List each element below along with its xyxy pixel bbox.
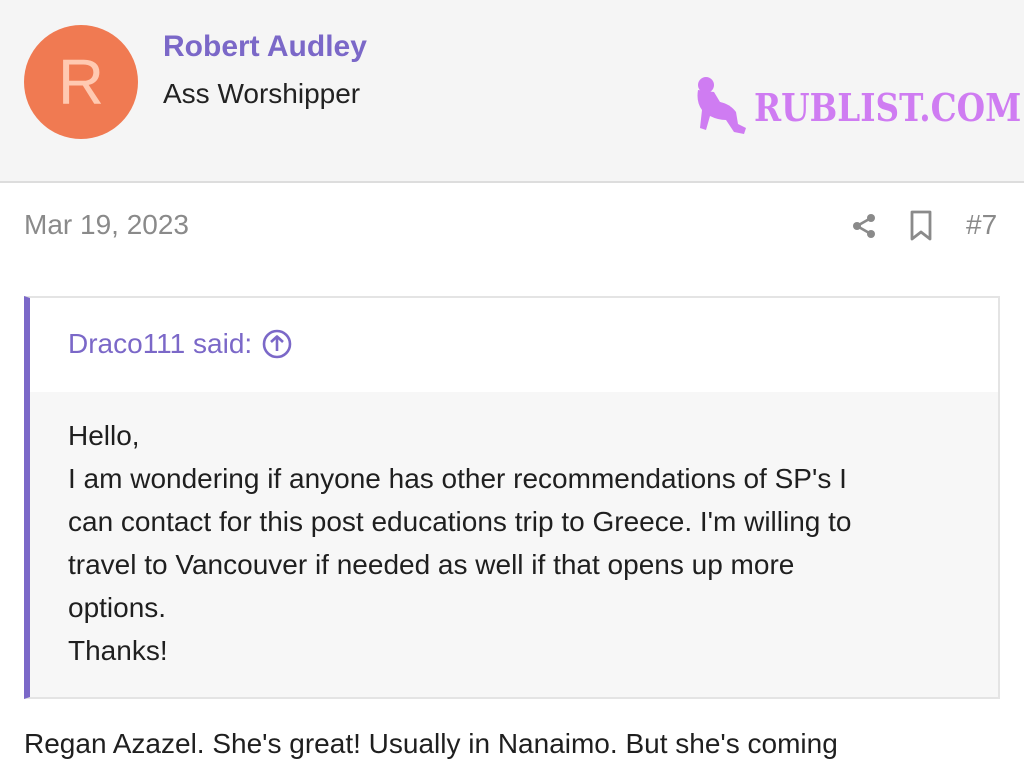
post-author-header: R Robert Audley Ass Worshipper RUBLIST.C… — [0, 0, 1024, 183]
silhouette-logo-icon — [697, 77, 746, 134]
post-body-text: Regan Azazel. She's great! Usually in Na… — [24, 728, 838, 759]
quote-line: can contact for this post educations tri… — [68, 506, 852, 537]
quote-author-label: Draco111 said: — [68, 328, 253, 359]
watermark-text: RUBLIST.COM — [754, 84, 1022, 130]
avatar[interactable]: R — [24, 25, 138, 139]
quote-line: options. — [68, 592, 167, 623]
quote-body: Hello, I am wondering if anyone has othe… — [30, 392, 998, 697]
quote-author-link[interactable]: Draco111 said: — [68, 328, 292, 360]
bookmark-icon[interactable] — [908, 210, 936, 247]
quote-header: Draco111 said: — [30, 298, 998, 392]
author-user-title: Ass Worshipper — [163, 78, 361, 109]
quote-line: travel to Vancouver if needed as well if… — [68, 549, 795, 580]
arrow-up-circle-icon[interactable] — [262, 329, 292, 359]
share-icon[interactable] — [850, 212, 878, 245]
quote-line: Thanks! — [68, 635, 168, 666]
quote-line: Hello, — [68, 420, 140, 451]
post-number-link[interactable]: #7 — [966, 209, 997, 241]
site-watermark: RUBLIST.COM — [694, 76, 1024, 138]
post-date-link[interactable]: Mar 19, 2023 — [24, 209, 189, 241]
quote-block: Draco111 said: Hello, I am wondering if … — [24, 296, 1000, 699]
author-name-link[interactable]: Robert Audley — [163, 30, 367, 64]
avatar-letter: R — [57, 46, 105, 118]
quote-line: I am wondering if anyone has other recom… — [68, 463, 847, 494]
